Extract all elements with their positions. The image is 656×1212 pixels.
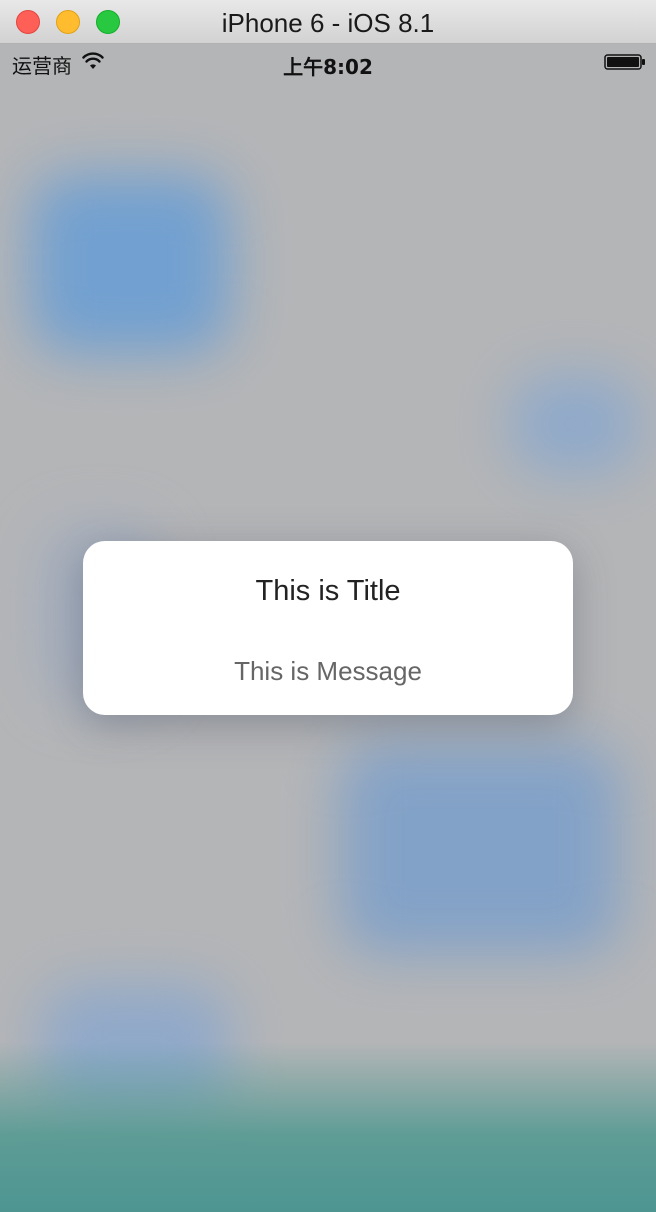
battery-icon bbox=[604, 54, 645, 70]
alert-dialog: This is Title This is Message bbox=[83, 541, 573, 715]
blurred-background-shape bbox=[510, 374, 640, 474]
status-time: 上午8:02 bbox=[283, 55, 373, 79]
simulator-window: iPhone 6 - iOS 8.1 运营商 上午8:02 This is Ti… bbox=[0, 0, 656, 1212]
window-title: iPhone 6 - iOS 8.1 bbox=[221, 8, 435, 38]
blurred-background-shape bbox=[30, 174, 230, 354]
alert-title: This is Title bbox=[255, 575, 401, 607]
window-title-bar: iPhone 6 - iOS 8.1 bbox=[0, 0, 656, 44]
status-bar: 运营商 上午8:02 bbox=[0, 44, 656, 84]
blurred-dock bbox=[0, 1042, 656, 1212]
simulator-screen: 运营商 上午8:02 This is Title This is Message bbox=[0, 44, 656, 1212]
blurred-background-shape bbox=[340, 744, 620, 954]
alert-message: This is Message bbox=[234, 656, 422, 686]
